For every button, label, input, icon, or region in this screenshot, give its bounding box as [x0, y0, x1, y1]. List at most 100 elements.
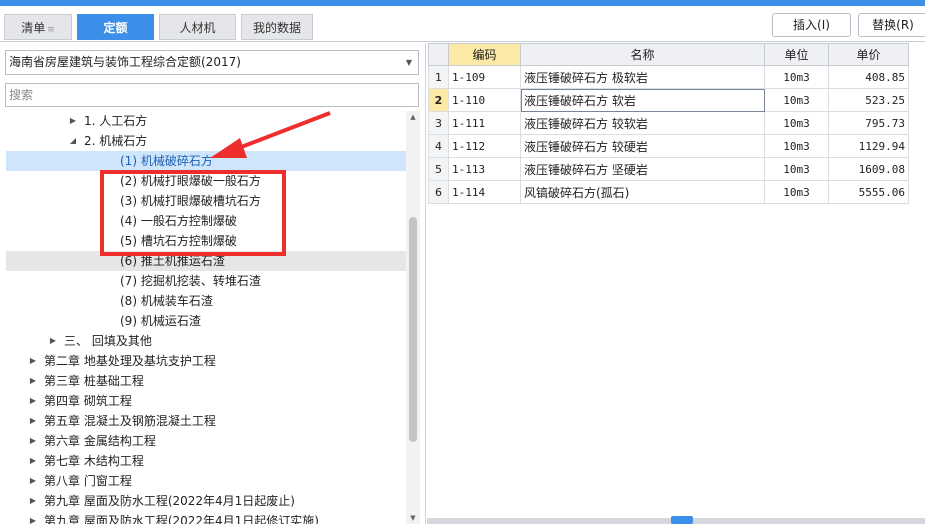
expand-icon[interactable]: ▶ — [28, 391, 38, 411]
chapter-tree: ▶ 1. 人工石方 ◢ 2. 机械石方 (1) 机械破碎石方 (2) 机械打眼爆破一般石方… — [0, 111, 406, 524]
cell-price[interactable]: 5555.06 — [828, 180, 909, 204]
tab-labor-material-machine[interactable]: 人材机 — [159, 14, 236, 40]
cell-unit[interactable]: 10m3 — [764, 88, 829, 112]
table-row[interactable]: 6 1-114 风镐破碎石方(孤石) 10m3 5555.06 — [428, 180, 909, 204]
cell-unit[interactable]: 10m3 — [764, 157, 829, 181]
expand-icon[interactable]: ▶ — [28, 411, 38, 431]
column-header-code[interactable]: 编码 — [448, 43, 521, 66]
scroll-down-icon[interactable]: ▼ — [406, 512, 420, 524]
row-number[interactable]: 5 — [428, 157, 449, 181]
splitter-handle-icon[interactable] — [671, 516, 693, 524]
tree-node[interactable]: ▶ 第三章 桩基础工程 — [6, 371, 406, 391]
tree-node-label: 第八章 门窗工程 — [44, 474, 132, 488]
cell-unit[interactable]: 10m3 — [764, 134, 829, 158]
cell-price[interactable]: 795.73 — [828, 111, 909, 135]
scrollbar-thumb[interactable] — [409, 217, 417, 442]
cell-price[interactable]: 523.25 — [828, 88, 909, 112]
tree-node[interactable]: ▶ 1. 人工石方 — [6, 111, 406, 131]
cell-name[interactable]: 液压锤破碎石方 坚硬岩 — [520, 157, 765, 181]
tree-node[interactable]: ▶ 三、 回填及其他 — [6, 331, 406, 351]
quota-tree-panel: 海南省房屋建筑与装饰工程综合定额(2017) ▼ ▶ 1. 人工石方 ◢ 2. 机械石… — [0, 43, 426, 524]
tree-node[interactable]: ▶ 第八章 门窗工程 — [6, 471, 406, 491]
row-number[interactable]: 3 — [428, 111, 449, 135]
row-number[interactable]: 4 — [428, 134, 449, 158]
scroll-up-icon[interactable]: ▲ — [406, 111, 420, 123]
table-row[interactable]: 5 1-113 液压锤破碎石方 坚硬岩 10m3 1609.08 — [428, 157, 909, 181]
cell-code[interactable]: 1-110 — [448, 88, 521, 112]
expand-icon[interactable]: ▶ — [68, 111, 78, 131]
tree-node-label: 2. 机械石方 — [84, 134, 148, 148]
cell-name[interactable]: 液压锤破碎石方 极软岩 — [520, 65, 765, 89]
search-input[interactable] — [5, 83, 419, 107]
tree-node[interactable]: (8) 机械装车石渣 — [6, 291, 406, 311]
cell-code[interactable]: 1-111 — [448, 111, 521, 135]
cell-code[interactable]: 1-109 — [448, 65, 521, 89]
horizontal-scrollbar[interactable] — [427, 516, 925, 524]
tree-node-label: 第九章 屋面及防水工程(2022年4月1日起废止) — [44, 494, 295, 508]
tree-node-label: (7) 挖掘机挖装、转堆石渣 — [120, 274, 261, 288]
tab-quota[interactable]: 定额 — [77, 14, 154, 40]
tree-node[interactable]: (5) 槽坑石方控制爆破 — [6, 231, 406, 251]
cell-name[interactable]: 液压锤破碎石方 软岩 — [520, 88, 765, 112]
tab-bill[interactable]: 清单 ≡ — [4, 14, 72, 40]
cell-code[interactable]: 1-114 — [448, 180, 521, 204]
row-number-header — [428, 43, 449, 66]
expand-icon[interactable]: ▶ — [28, 371, 38, 391]
replace-button[interactable]: 替换(R) — [858, 13, 925, 37]
cell-name[interactable]: 风镐破碎石方(孤石) — [520, 180, 765, 204]
tree-node[interactable]: ▶ 第九章 屋面及防水工程(2022年4月1日起修订实施) — [6, 511, 406, 524]
tree-node[interactable]: ▶ 第五章 混凝土及钢筋混凝土工程 — [6, 411, 406, 431]
tree-node[interactable]: ▶ 第六章 金属结构工程 — [6, 431, 406, 451]
tree-node[interactable]: ▶ 第七章 木结构工程 — [6, 451, 406, 471]
cell-unit[interactable]: 10m3 — [764, 180, 829, 204]
cell-unit[interactable]: 10m3 — [764, 111, 829, 135]
tree-node[interactable]: (7) 挖掘机挖装、转堆石渣 — [6, 271, 406, 291]
expand-icon[interactable]: ▶ — [28, 451, 38, 471]
cell-code[interactable]: 1-113 — [448, 157, 521, 181]
table-row[interactable]: 3 1-111 液压锤破碎石方 较软岩 10m3 795.73 — [428, 111, 909, 135]
cell-unit[interactable]: 10m3 — [764, 65, 829, 89]
row-number[interactable]: 2 — [428, 88, 449, 112]
row-number[interactable]: 6 — [428, 180, 449, 204]
tree-node[interactable]: (6) 推土机推运石渣 — [6, 251, 406, 271]
tree-node[interactable]: (1) 机械破碎石方 — [6, 151, 406, 171]
expand-icon[interactable]: ▶ — [28, 471, 38, 491]
quota-library-select[interactable]: 海南省房屋建筑与装饰工程综合定额(2017) ▼ — [5, 50, 419, 75]
cell-price[interactable]: 408.85 — [828, 65, 909, 89]
expand-icon[interactable]: ▶ — [28, 511, 38, 524]
cell-name[interactable]: 液压锤破碎石方 较软岩 — [520, 111, 765, 135]
chevron-down-icon[interactable]: ▼ — [406, 51, 412, 74]
insert-button[interactable]: 插入(I) — [772, 13, 851, 37]
tree-node[interactable]: (3) 机械打眼爆破槽坑石方 — [6, 191, 406, 211]
cell-name[interactable]: 液压锤破碎石方 较硬岩 — [520, 134, 765, 158]
column-header-unit[interactable]: 单位 — [764, 43, 829, 66]
tree-node-label: 三、 回填及其他 — [64, 334, 152, 348]
expand-icon[interactable]: ▶ — [28, 431, 38, 451]
tree-node[interactable]: ◢ 2. 机械石方 — [6, 131, 406, 151]
tree-node[interactable]: (9) 机械运石渣 — [6, 311, 406, 331]
tree-node[interactable]: ▶ 第九章 屋面及防水工程(2022年4月1日起废止) — [6, 491, 406, 511]
tree-node[interactable]: ▶ 第二章 地基处理及基坑支护工程 — [6, 351, 406, 371]
tree-node[interactable]: (4) 一般石方控制爆破 — [6, 211, 406, 231]
cell-code[interactable]: 1-112 — [448, 134, 521, 158]
expand-icon[interactable]: ▶ — [28, 351, 38, 371]
tree-scrollbar[interactable]: ▲ ▼ — [406, 111, 420, 524]
cell-price[interactable]: 1129.94 — [828, 134, 909, 158]
row-number[interactable]: 1 — [428, 65, 449, 89]
column-header-price[interactable]: 单价 — [828, 43, 909, 66]
tree-node-label: (3) 机械打眼爆破槽坑石方 — [120, 194, 261, 208]
tab-my-data[interactable]: 我的数据 — [241, 14, 313, 40]
quota-table: 编码 名称 单位 单价 1 1-109 液压锤破碎石方 极软岩 10m3 408.85 2… — [428, 43, 909, 204]
expand-icon[interactable]: ▶ — [48, 331, 58, 351]
tree-node[interactable]: ▶ 第四章 砌筑工程 — [6, 391, 406, 411]
quota-library-value: 海南省房屋建筑与装饰工程综合定额(2017) — [9, 55, 241, 69]
table-row[interactable]: 1 1-109 液压锤破碎石方 极软岩 10m3 408.85 — [428, 65, 909, 89]
column-header-name[interactable]: 名称 — [520, 43, 765, 66]
expand-icon[interactable]: ▶ — [28, 491, 38, 511]
table-row[interactable]: 2 1-110 液压锤破碎石方 软岩 10m3 523.25 — [428, 88, 909, 112]
cell-price[interactable]: 1609.08 — [828, 157, 909, 181]
table-row[interactable]: 4 1-112 液压锤破碎石方 较硬岩 10m3 1129.94 — [428, 134, 909, 158]
tree-node-label: (1) 机械破碎石方 — [120, 154, 213, 168]
tree-node[interactable]: (2) 机械打眼爆破一般石方 — [6, 171, 406, 191]
collapse-icon[interactable]: ◢ — [68, 131, 78, 151]
